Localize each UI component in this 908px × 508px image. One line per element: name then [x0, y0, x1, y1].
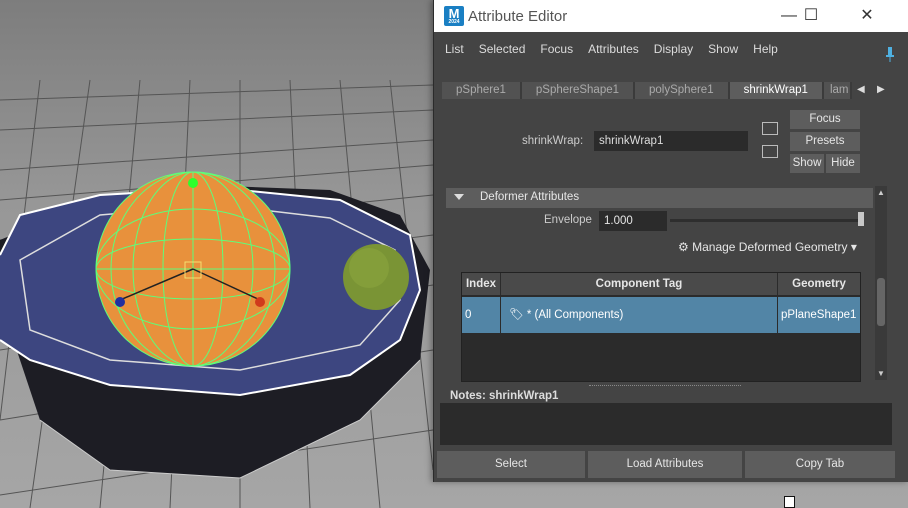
- cell-index: 0: [465, 297, 501, 333]
- deformer-attributes-header[interactable]: Deformer Attributes: [446, 188, 873, 208]
- tab-scroll-left-icon[interactable]: ◀: [857, 84, 865, 95]
- copy-tab-button[interactable]: Copy Tab: [745, 451, 895, 478]
- close-button[interactable]: ✕: [844, 4, 890, 28]
- envelope-label: Envelope: [544, 214, 592, 226]
- column-header-geometry[interactable]: Geometry: [778, 273, 860, 295]
- notes-label-text: Notes:: [450, 390, 486, 402]
- title-bar[interactable]: M 2024 Attribute Editor — ☐ ✕: [434, 0, 908, 32]
- node-tabs: pSphere1 pSphereShape1 polySphere1 shrin…: [442, 82, 852, 100]
- dropdown-arrow-icon: ▾: [850, 240, 857, 254]
- node-name-field[interactable]: shrinkWrap1: [594, 131, 748, 151]
- manage-label: Manage Deformed Geometry: [692, 240, 848, 254]
- table-row[interactable]: 0 🏷 * (All Components) pPlaneShape1: [462, 297, 860, 333]
- show-button[interactable]: Show: [790, 154, 824, 173]
- cell-component-tag: 🏷 * (All Components): [501, 297, 778, 333]
- menu-display[interactable]: Display: [654, 42, 693, 56]
- collapse-triangle-icon: [454, 194, 464, 200]
- input-connections-icon[interactable]: [762, 122, 778, 135]
- tag-icon: 🏷: [509, 309, 524, 321]
- tab-lambert[interactable]: lam: [823, 82, 852, 99]
- green-sphere[interactable]: [343, 244, 409, 310]
- output-connections-icon[interactable]: [762, 145, 778, 158]
- tab-psphereshape1[interactable]: pSphereShape1: [521, 82, 636, 99]
- splitter-handle[interactable]: [589, 385, 741, 387]
- scroll-down-icon[interactable]: ▼: [877, 369, 885, 378]
- app-icon-version: 2024: [448, 19, 460, 25]
- tab-psphere1[interactable]: pSphere1: [442, 82, 522, 99]
- load-attributes-button[interactable]: Load Attributes: [588, 451, 742, 478]
- focus-button[interactable]: Focus: [790, 110, 860, 129]
- cell-geometry: pPlaneShape1: [781, 309, 857, 321]
- attribute-editor-window: M 2024 Attribute Editor — ☐ ✕ List Selec…: [433, 0, 908, 482]
- tab-shrinkwrap1[interactable]: shrinkWrap1: [729, 82, 824, 99]
- menu-show[interactable]: Show: [708, 42, 738, 56]
- manage-deformed-geometry-menu[interactable]: ⚙ Manage Deformed Geometry ▾: [678, 240, 857, 254]
- node-name-label: shrinkWrap:: [522, 135, 584, 147]
- tab-polysphere1[interactable]: polySphere1: [635, 82, 730, 99]
- maximize-button[interactable]: ☐: [788, 4, 834, 28]
- menu-selected[interactable]: Selected: [479, 42, 526, 56]
- scroll-up-icon[interactable]: ▲: [877, 188, 885, 197]
- menu-list[interactable]: List: [445, 42, 464, 56]
- notes-node-name: shrinkWrap1: [488, 390, 559, 402]
- gear-icon: ⚙: [678, 240, 689, 254]
- column-header-index[interactable]: Index: [462, 273, 501, 295]
- component-tag-table: Index Component Tag Geometry 0 🏷 * (All …: [461, 272, 861, 382]
- envelope-field[interactable]: 1.000: [599, 211, 667, 231]
- menu-attributes[interactable]: Attributes: [588, 42, 639, 56]
- notes-label: Notes: shrinkWrap1: [450, 390, 558, 402]
- cell-component-tag-text: * (All Components): [526, 309, 624, 321]
- mouse-cursor-icon: [784, 496, 795, 508]
- tab-scroll-right-icon[interactable]: ▶: [877, 84, 885, 95]
- menu-bar: List Selected Focus Attributes Display S…: [434, 32, 908, 66]
- notes-textarea[interactable]: [440, 403, 892, 445]
- orange-sphere[interactable]: [95, 171, 291, 367]
- presets-button[interactable]: Presets: [790, 132, 860, 151]
- select-button[interactable]: Select: [437, 451, 585, 478]
- envelope-slider-handle[interactable]: [858, 212, 864, 226]
- window-title: Attribute Editor: [468, 8, 568, 25]
- vertical-scrollbar[interactable]: ▲ ▼: [875, 186, 887, 380]
- hide-button[interactable]: Hide: [826, 154, 860, 173]
- section-title: Deformer Attributes: [480, 191, 580, 203]
- envelope-slider-track[interactable]: [670, 219, 862, 222]
- column-header-component-tag[interactable]: Component Tag: [501, 273, 778, 295]
- menu-help[interactable]: Help: [753, 42, 778, 56]
- menu-focus[interactable]: Focus: [540, 42, 573, 56]
- pin-icon[interactable]: [885, 46, 895, 62]
- maya-app-icon: M 2024: [444, 6, 464, 26]
- scrollbar-thumb[interactable]: [877, 278, 885, 326]
